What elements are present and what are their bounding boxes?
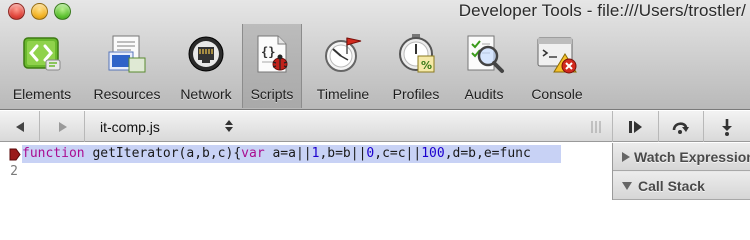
tab-elements[interactable]: Elements: [0, 24, 84, 108]
step-over-icon: [672, 121, 689, 134]
triangle-left-icon: [15, 121, 24, 132]
forward-button[interactable]: [41, 111, 85, 142]
tab-scripts[interactable]: {} Scripts: [242, 24, 302, 108]
script-file-select[interactable]: it-comp.js: [88, 111, 240, 142]
tab-audits-label: Audits: [464, 86, 504, 102]
scripts-icon: {}: [248, 30, 296, 78]
tab-timeline[interactable]: Timeline: [302, 24, 384, 108]
window-titlebar-toolbar: Developer Tools - file:///Users/trostler…: [0, 0, 750, 110]
tab-resources-label: Resources: [93, 86, 161, 102]
line-gutter[interactable]: [0, 145, 22, 163]
network-icon: [182, 30, 230, 78]
debugger-sidebar: Watch Expressions Call Stack: [612, 143, 750, 200]
triangle-right-icon: [58, 121, 67, 132]
script-file-name: it-comp.js: [100, 118, 160, 135]
step-over-button[interactable]: [658, 111, 703, 142]
source-line[interactable]: function getIterator(a,b,c){var a=a||1,b…: [0, 145, 612, 163]
disclosure-down-icon: [621, 181, 635, 191]
call-stack-header[interactable]: Call Stack: [613, 172, 750, 200]
resume-icon: [628, 120, 642, 133]
call-stack-label: Call Stack: [638, 177, 705, 194]
tab-audits[interactable]: Audits: [448, 24, 520, 108]
resources-icon: [103, 30, 151, 78]
breakpoint-icon[interactable]: [9, 148, 21, 161]
source-line-code: function getIterator(a,b,c){var a=a||1,b…: [22, 145, 561, 163]
back-button[interactable]: [0, 111, 40, 142]
resize-grip-icon[interactable]: [590, 120, 602, 134]
tab-network-label: Network: [180, 86, 232, 102]
window-controls: [8, 3, 71, 20]
minimize-window-button[interactable]: [31, 3, 48, 20]
tab-elements-label: Elements: [12, 86, 72, 102]
step-into-button[interactable]: [703, 111, 750, 142]
pause-resume-button[interactable]: [612, 111, 658, 142]
audits-icon: [460, 30, 508, 78]
tab-console[interactable]: Console: [520, 24, 594, 108]
console-icon: [533, 30, 581, 78]
devtools-toolbar: Elements Resources Network {} Scripts Ti…: [0, 24, 594, 108]
close-window-button[interactable]: [8, 3, 25, 20]
elements-icon: [18, 30, 66, 78]
line-number[interactable]: 2: [0, 162, 22, 180]
tab-profiles-label: Profiles: [392, 86, 440, 102]
window-title: Developer Tools - file:///Users/trostler…: [458, 1, 746, 20]
step-into-icon: [722, 118, 732, 136]
source-pane[interactable]: function getIterator(a,b,c){var a=a||1,b…: [0, 143, 612, 200]
tab-console-label: Console: [531, 86, 583, 102]
svg-text:%: %: [421, 59, 432, 72]
tab-network[interactable]: Network: [170, 24, 242, 108]
tab-scripts-label: Scripts: [250, 86, 294, 102]
profiles-icon: %: [392, 30, 440, 78]
source-line[interactable]: 2: [0, 162, 612, 180]
zoom-window-button[interactable]: [54, 3, 71, 20]
scripts-subtoolbar: it-comp.js: [0, 111, 750, 142]
svg-text:{}: {}: [261, 45, 275, 59]
watch-expressions-label: Watch Expressions: [634, 148, 750, 165]
tab-timeline-label: Timeline: [316, 86, 370, 102]
tab-resources[interactable]: Resources: [84, 24, 170, 108]
updown-arrows-icon: [225, 120, 233, 132]
watch-expressions-header[interactable]: Watch Expressions: [613, 143, 750, 171]
disclosure-right-icon: [621, 151, 631, 163]
tab-profiles[interactable]: % Profiles: [384, 24, 448, 108]
timeline-icon: [319, 30, 367, 78]
